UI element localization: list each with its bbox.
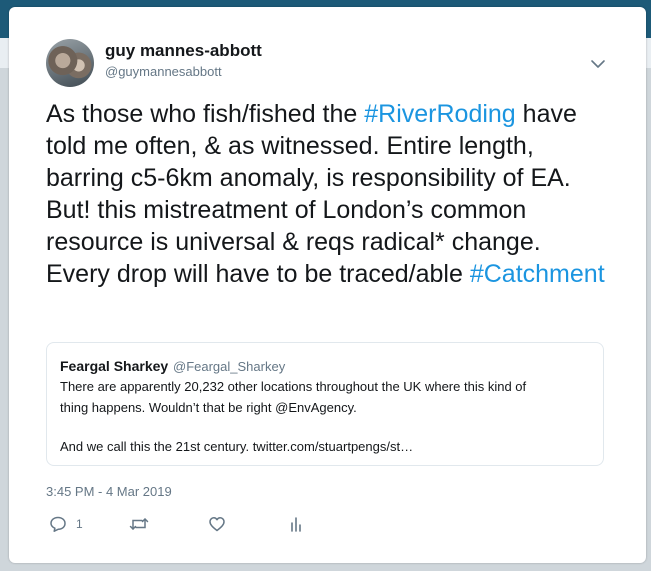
tweet-timestamp[interactable]: 3:45 PM - 4 Mar 2019: [46, 484, 172, 499]
analytics-icon: [288, 515, 304, 533]
reply-icon: [49, 515, 67, 533]
retweet-button[interactable]: [129, 514, 149, 534]
chevron-down-icon[interactable]: [589, 55, 607, 73]
quoted-author-name: Feargal Sharkey: [60, 358, 169, 374]
quoted-text-line: There are apparently 20,232 other locati…: [60, 379, 527, 394]
quoted-tweet[interactable]: Feargal Sharkey @Feargal_Sharkey There a…: [46, 342, 604, 466]
reply-count: 1: [76, 517, 83, 531]
tweet-text-part: As those who fish/fished the: [46, 100, 365, 128]
hashtag-link[interactable]: #RiverRoding: [364, 100, 515, 128]
quoted-text-line: And we call this the 21st century. twitt…: [60, 439, 414, 454]
heart-icon: [208, 515, 226, 533]
retweet-icon: [129, 515, 149, 533]
quoted-author-handle: @Feargal_Sharkey: [173, 359, 286, 374]
avatar[interactable]: [46, 39, 94, 87]
author-name[interactable]: guy mannes-abbott: [105, 41, 262, 61]
quoted-text-line: thing happens. Wouldn’t that be right @E…: [60, 400, 357, 415]
author-handle[interactable]: @guymannesabbott: [105, 64, 222, 79]
like-button[interactable]: [208, 514, 226, 534]
reply-button[interactable]: 1: [49, 514, 83, 534]
tweet-modal: guy mannes-abbott @guymannesabbott As th…: [9, 7, 646, 563]
tweet-text: As those who fish/fished the #RiverRodin…: [46, 98, 606, 290]
analytics-button[interactable]: [288, 514, 304, 534]
hashtag-link[interactable]: #Catchment: [470, 260, 605, 288]
